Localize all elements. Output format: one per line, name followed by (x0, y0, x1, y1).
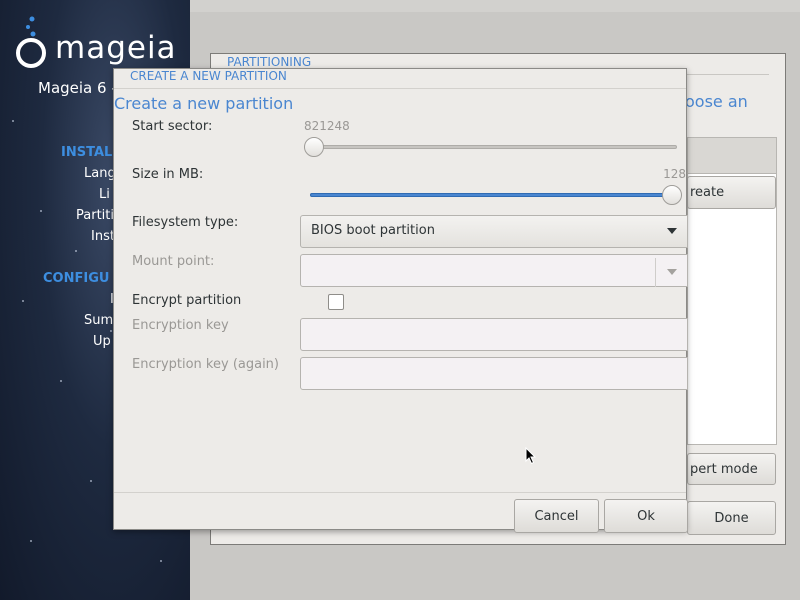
sidebar-heading-configuration: CONFIGU (43, 271, 110, 286)
brand-name: mageia (55, 30, 177, 66)
sidebar-item-partitioning: Partiti (76, 208, 114, 223)
filesystem-type-label: Filesystem type: (132, 215, 239, 230)
version-label: Mageia 6 - (38, 79, 117, 97)
top-strip (190, 0, 800, 12)
size-mb-value: 128 (663, 167, 686, 181)
create-button[interactable]: reate (687, 176, 776, 209)
partitioning-heading: oose an (685, 92, 748, 111)
size-mb-slider-knob[interactable] (662, 185, 682, 205)
start-sector-slider-track[interactable] (304, 145, 677, 149)
start-sector-slider-knob[interactable] (304, 137, 324, 157)
encrypt-partition-checkbox[interactable] (328, 294, 344, 310)
chevron-down-icon (667, 228, 677, 234)
dialog-button-divider (114, 492, 686, 493)
sidebar-item-updates: Up (93, 334, 111, 349)
encrypt-partition-label: Encrypt partition (132, 293, 242, 308)
sidebar-heading-install: INSTAL (61, 145, 113, 160)
encryption-key-input[interactable] (300, 318, 688, 351)
partitioning-window-title: PARTITIONING (227, 55, 312, 69)
mouse-pointer-icon (525, 447, 537, 465)
encryption-key-label: Encryption key (132, 318, 229, 333)
partition-list-header (688, 138, 776, 174)
start-sector-value: 821248 (304, 119, 350, 133)
filesystem-type-select[interactable]: BIOS boot partition (300, 215, 688, 248)
chevron-down-icon[interactable] (667, 269, 677, 275)
size-mb-label: Size in MB: (132, 167, 204, 182)
sidebar-item-license: Li (99, 187, 110, 202)
start-sector-label: Start sector: (132, 119, 213, 134)
ok-button[interactable]: Ok (604, 499, 688, 533)
encryption-key-again-label: Encryption key (again) (132, 357, 279, 372)
mount-point-divider (655, 258, 656, 287)
sidebar-item-summary: Sum (84, 313, 114, 328)
sidebar-item-installing: Inst (91, 229, 115, 244)
expert-mode-button[interactable]: pert mode (687, 453, 776, 485)
encryption-key-again-input[interactable] (300, 357, 688, 390)
done-button[interactable]: Done (687, 501, 776, 535)
mount-point-input[interactable] (300, 254, 688, 287)
filesystem-type-value: BIOS boot partition (311, 223, 435, 238)
dialog-title-divider (114, 88, 686, 89)
cancel-button[interactable]: Cancel (514, 499, 599, 533)
size-mb-slider-fill (310, 193, 672, 197)
sidebar-item-language: Lang (84, 166, 116, 181)
dialog-window-title: CREATE A NEW PARTITION (130, 69, 287, 83)
mount-point-label: Mount point: (132, 254, 215, 269)
dialog-heading: Create a new partition (114, 94, 294, 113)
create-partition-dialog: CREATE A NEW PARTITION Create a new part… (113, 68, 688, 533)
